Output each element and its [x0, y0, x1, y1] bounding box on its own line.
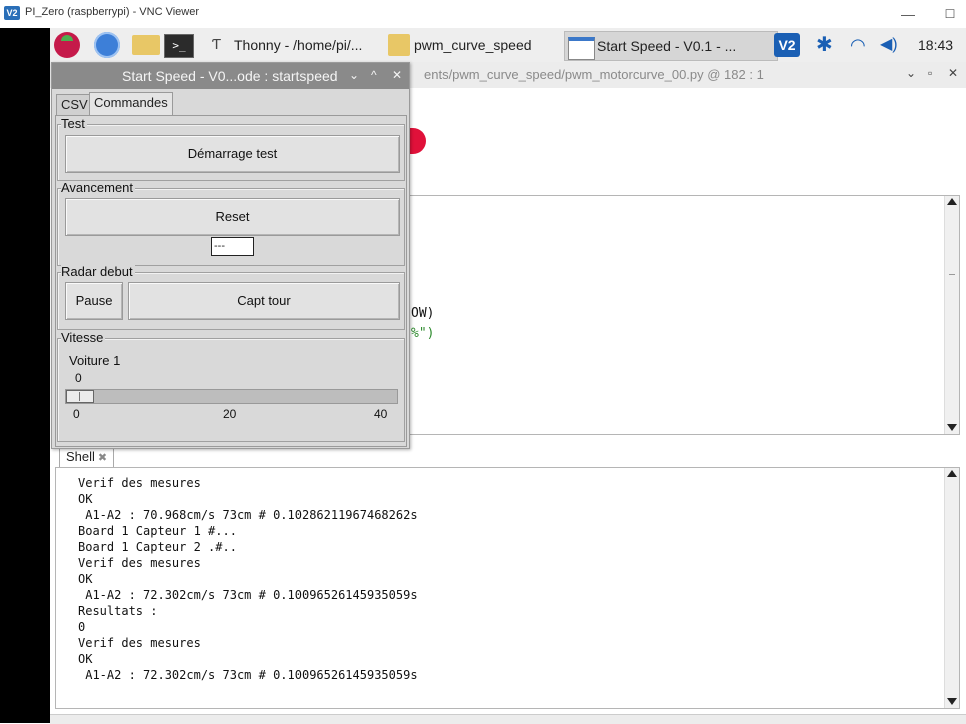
- commandes-page: Test Démarrage test Avancement Reset ---…: [55, 115, 407, 447]
- radar-frame: Radar debut Pause Capt tour: [57, 265, 405, 330]
- shell-line: A1-A2 : 70.968cm/s 73cm # 0.102862119674…: [78, 508, 418, 522]
- vnc-tray-icon[interactable]: V2: [774, 33, 800, 57]
- minimize-button[interactable]: —: [898, 4, 918, 24]
- taskbar-startspeed-button[interactable]: Start Speed - V0.1 - ...: [564, 31, 778, 61]
- slider-tick-label: 0: [73, 407, 80, 421]
- terminal-icon[interactable]: >_: [164, 34, 194, 58]
- file-manager-folder-icon[interactable]: [132, 35, 160, 55]
- taskbar-thonny-label: Thonny - /home/pi/...: [234, 37, 363, 53]
- speed-slider[interactable]: [65, 389, 398, 404]
- speed-value: 0: [75, 371, 82, 385]
- volume-icon[interactable]: ◀): [880, 33, 898, 57]
- shell-line: Verif des mesures: [78, 476, 201, 490]
- editor-scrollbar[interactable]: [944, 196, 959, 434]
- shell-line: OK: [78, 572, 93, 586]
- chevron-down-icon[interactable]: ⌄: [906, 66, 916, 80]
- close-icon[interactable]: ✖: [98, 452, 107, 464]
- shell-line: Resultats :: [78, 604, 158, 618]
- close-icon[interactable]: ✕: [948, 66, 958, 80]
- shell-line: Verif des mesures: [78, 556, 201, 570]
- taskbar-thonny-button[interactable]: Ƭ Thonny - /home/pi/...: [210, 31, 409, 59]
- desktop-left-strip: [0, 28, 50, 723]
- thonny-file-path: ents/pwm_curve_speed/pwm_motorcurve_00.p…: [424, 67, 764, 82]
- maximize-icon[interactable]: ▫: [928, 66, 932, 80]
- slider-tick-label: 20: [223, 407, 237, 421]
- taskbar-folder-button[interactable]: pwm_curve_speed: [386, 31, 584, 59]
- vnc-title-bar: V2 PI_Zero (raspberrypi) - VNC Viewer — …: [0, 0, 966, 29]
- startspeed-window-title: Start Speed - V0...ode : startspeed: [122, 68, 338, 84]
- shell-scrollbar[interactable]: [944, 468, 959, 708]
- clock: 18:43: [918, 37, 954, 53]
- raspberry-menu-icon[interactable]: [54, 32, 80, 58]
- chevron-up-icon[interactable]: ^: [371, 68, 377, 82]
- shell-line: A1-A2 : 72.302cm/s 73cm # 0.100965261459…: [78, 588, 418, 602]
- reset-button[interactable]: Reset: [65, 198, 400, 236]
- tab-commandes[interactable]: Commandes: [89, 92, 173, 115]
- tab-csv[interactable]: CSV: [56, 94, 93, 115]
- window-icon: [568, 37, 595, 60]
- startspeed-title-bar[interactable]: Start Speed - V0...ode : startspeed ⌄ ^ …: [52, 63, 409, 89]
- shell-line: Verif des mesures: [78, 636, 201, 650]
- scroll-down-icon[interactable]: [947, 698, 957, 705]
- shell-line: Board 1 Capteur 2 .#..: [78, 540, 237, 554]
- avancement-frame: Avancement Reset ---: [57, 181, 405, 266]
- code-line: %"): [411, 326, 435, 341]
- bluetooth-icon[interactable]: ✱: [816, 33, 833, 57]
- browser-globe-icon[interactable]: [94, 32, 120, 58]
- thonny-icon: Ƭ: [212, 36, 222, 53]
- close-icon[interactable]: ✕: [392, 68, 402, 82]
- test-frame-label: Test: [61, 116, 87, 131]
- chevron-down-icon[interactable]: ⌄: [349, 68, 359, 82]
- slider-handle[interactable]: [66, 390, 94, 403]
- maximize-button[interactable]: ☐: [940, 4, 960, 24]
- capt-tour-button[interactable]: Capt tour: [128, 282, 400, 320]
- folder-icon: [388, 34, 410, 56]
- startspeed-body: CSV Commandes Test Démarrage test Avance…: [54, 91, 407, 447]
- shell-line: OK: [78, 492, 93, 506]
- vnc-window-title: PI_Zero (raspberrypi) - VNC Viewer: [25, 6, 200, 18]
- scroll-up-icon[interactable]: [947, 198, 957, 205]
- progress-counter-field[interactable]: ---: [211, 237, 254, 256]
- scroll-grip: [949, 274, 955, 275]
- vitesse-frame-label: Vitesse: [61, 330, 106, 345]
- shell-line: A1-A2 : 72.302cm/s 73cm # 0.100965261459…: [78, 668, 418, 682]
- car-label: Voiture 1: [69, 353, 121, 368]
- pause-button[interactable]: Pause: [65, 282, 123, 320]
- shell-line: OK: [78, 652, 93, 666]
- scroll-down-icon[interactable]: [947, 424, 957, 431]
- test-frame: Test Démarrage test: [57, 117, 405, 181]
- code-line: OW): [411, 306, 435, 321]
- radar-frame-label: Radar debut: [61, 264, 135, 279]
- scroll-up-icon[interactable]: [947, 470, 957, 477]
- avancement-frame-label: Avancement: [61, 180, 136, 195]
- shell-line: 0: [78, 620, 86, 634]
- start-test-button[interactable]: Démarrage test: [65, 135, 400, 173]
- vnc-logo-icon: V2: [4, 6, 20, 20]
- startspeed-window: Start Speed - V0...ode : startspeed ⌄ ^ …: [51, 62, 410, 449]
- shell-line: Board 1 Capteur 1 #...: [78, 524, 237, 538]
- wifi-icon[interactable]: ◠: [850, 33, 866, 57]
- taskbar-startspeed-label: Start Speed - V0.1 - ...: [597, 38, 737, 54]
- taskbar-folder-label: pwm_curve_speed: [414, 37, 532, 53]
- slider-tick-label: 40: [374, 407, 388, 421]
- taskbar: >_ Ƭ Thonny - /home/pi/... pwm_curve_spe…: [50, 28, 966, 63]
- vitesse-frame: Vitesse Voiture 1 0 0 20 40: [57, 331, 405, 442]
- shell-tab-label: Shell: [66, 449, 95, 464]
- shell-output[interactable]: Verif des mesures OK A1-A2 : 70.968cm/s …: [55, 467, 960, 709]
